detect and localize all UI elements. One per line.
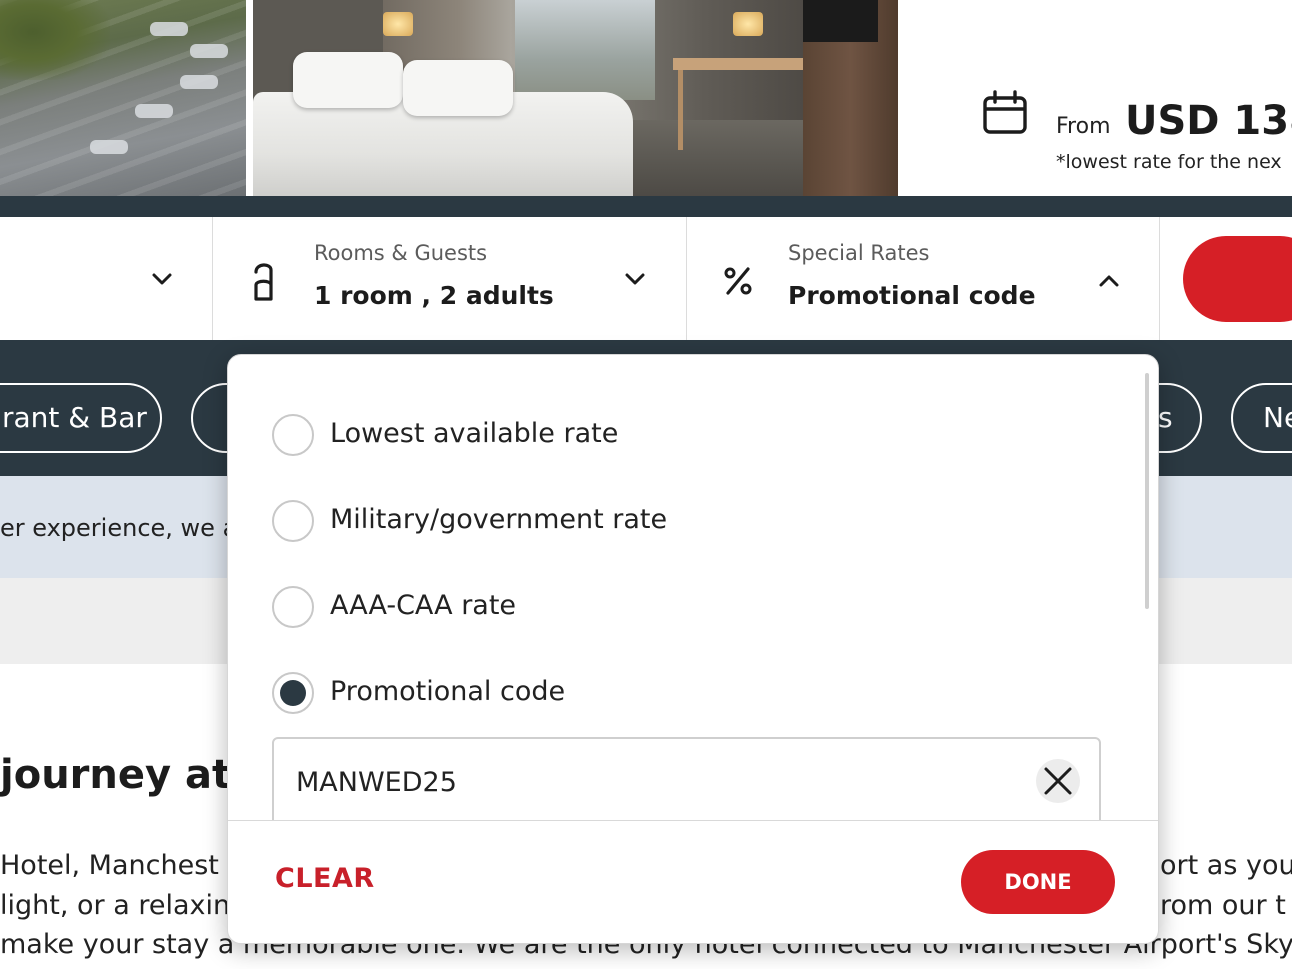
clear-promo-button[interactable] — [1036, 759, 1080, 803]
special-rates-value: Promotional code — [788, 281, 1036, 310]
parked-car — [190, 44, 228, 58]
parked-car — [135, 104, 173, 118]
rate-option-promo-code[interactable]: Promotional code — [272, 672, 872, 716]
popover-divider — [228, 820, 1158, 821]
hotel-room-photo — [253, 0, 898, 196]
radio-button-selected[interactable] — [272, 672, 314, 714]
radio-button[interactable] — [272, 414, 314, 456]
chevron-up-icon — [1099, 275, 1119, 287]
promo-code-input[interactable] — [272, 737, 1101, 820]
special-rates-popover: Lowest available rate Military/governmen… — [227, 354, 1159, 944]
rate-option-label: AAA-CAA rate — [330, 590, 517, 621]
hotel-exterior-photo — [0, 0, 246, 196]
photo-divider — [246, 0, 253, 196]
find-hotels-button[interactable] — [1183, 236, 1292, 322]
chevron-down-icon — [625, 273, 645, 285]
radio-button[interactable] — [272, 586, 314, 628]
rate-option-label: Promotional code — [330, 676, 566, 707]
page-heading: journey at — [0, 752, 232, 798]
rates-options-list[interactable]: Lowest available rate Military/governmen… — [228, 355, 1158, 820]
pillow — [403, 60, 513, 116]
rooms-guests-selector[interactable]: Rooms & Guests 1 room , 2 adults — [213, 217, 686, 340]
rooms-guests-value: 1 room , 2 adults — [314, 281, 554, 310]
parked-car — [180, 75, 218, 89]
segment-divider — [1159, 217, 1160, 340]
rate-option-label: Lowest available rate — [330, 418, 619, 449]
percent-icon — [724, 267, 752, 295]
booking-band — [0, 196, 1292, 217]
nav-pill-label: Ne — [1263, 401, 1292, 434]
body-text-line: rom our t — [1160, 890, 1286, 921]
parked-car — [90, 140, 128, 154]
scrollbar[interactable] — [1145, 373, 1149, 609]
room-window — [515, 0, 655, 100]
rate-option-military[interactable]: Military/government rate — [272, 500, 872, 544]
radio-button[interactable] — [272, 500, 314, 542]
calendar-icon — [983, 90, 1027, 134]
door-hanger-icon — [254, 263, 273, 301]
lowest-rate-note: *lowest rate for the nex — [1056, 151, 1282, 173]
nav-pill[interactable]: Ne — [1231, 383, 1292, 453]
info-banner-text: er experience, we a — [0, 514, 238, 542]
desk — [673, 58, 813, 70]
body-text-line: ort as you — [1160, 850, 1292, 881]
nav-pill-restaurant-bar[interactable]: rant & Bar — [0, 383, 162, 453]
clear-button[interactable]: CLEAR — [275, 863, 375, 894]
television — [803, 0, 878, 42]
nav-pill-label: rant & Bar — [2, 401, 147, 434]
close-icon — [1044, 767, 1072, 795]
lamp — [733, 12, 763, 36]
lowest-price: USD 138 — [1125, 98, 1292, 144]
rate-option-aaa-caa[interactable]: AAA-CAA rate — [272, 586, 872, 630]
nav-pill-label: s — [1158, 401, 1173, 434]
body-text-line: light, or a relaxin — [0, 890, 231, 921]
special-rates-label: Special Rates — [788, 241, 930, 265]
tree-foliage — [0, 0, 110, 80]
special-rates-selector[interactable]: Special Rates Promotional code — [687, 217, 1159, 340]
dates-selector[interactable] — [0, 217, 212, 340]
from-label: From — [1056, 114, 1111, 139]
body-text-line: Hotel, Manchest — [0, 850, 219, 881]
lowest-rate-card: From USD 138 *lowest rate for the nex — [898, 26, 1292, 196]
lamp — [383, 12, 413, 36]
rate-option-label: Military/government rate — [330, 504, 668, 535]
parked-car — [150, 22, 188, 36]
rooms-guests-label: Rooms & Guests — [314, 241, 488, 265]
rate-option-lowest[interactable]: Lowest available rate — [272, 414, 872, 458]
done-button[interactable]: DONE — [961, 850, 1115, 914]
desk-leg — [678, 70, 683, 150]
booking-bar: Rooms & Guests 1 room , 2 adults Special… — [0, 217, 1292, 340]
chevron-down-icon — [152, 273, 172, 285]
pillow — [293, 52, 403, 108]
